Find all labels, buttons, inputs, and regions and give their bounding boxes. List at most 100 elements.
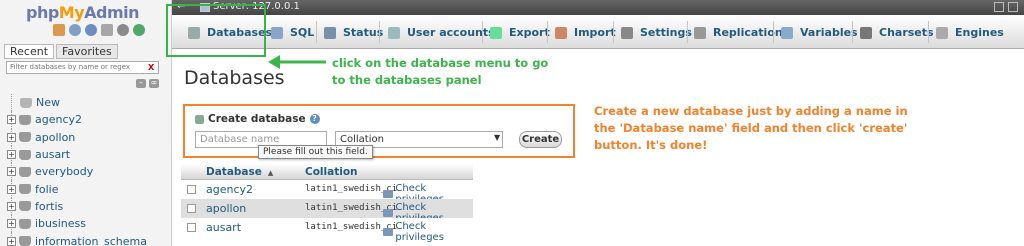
table-header: Database ▲ Collation bbox=[181, 164, 473, 180]
database-icon bbox=[19, 132, 31, 143]
chevron-down-icon[interactable]: ▼ bbox=[494, 133, 500, 142]
home-icon[interactable] bbox=[53, 24, 65, 36]
expand-icon[interactable]: + bbox=[7, 132, 16, 142]
replication-icon bbox=[694, 26, 706, 39]
topbar-icons bbox=[994, 2, 1018, 12]
database-icon bbox=[19, 149, 31, 160]
tab-sql[interactable]: SQL bbox=[271, 24, 314, 41]
expand-icon[interactable]: + bbox=[7, 219, 16, 229]
database-icon bbox=[19, 184, 31, 195]
tab-export[interactable]: Export bbox=[490, 24, 550, 41]
tree-item-label[interactable]: fortis bbox=[35, 200, 63, 213]
tree-item-label[interactable]: ibusiness bbox=[35, 217, 86, 230]
settings-icon bbox=[621, 26, 633, 39]
minimize-icon[interactable] bbox=[1008, 2, 1018, 12]
tab-recent[interactable]: Recent bbox=[4, 44, 55, 59]
tree-item[interactable]: + agency2 bbox=[6, 111, 170, 129]
tab-charsets[interactable]: Charsets bbox=[860, 24, 934, 41]
docs-icon[interactable] bbox=[101, 24, 113, 36]
tab-divider bbox=[852, 21, 853, 43]
create-button[interactable]: Create bbox=[519, 131, 562, 148]
check-privileges-link[interactable]: Check privileges bbox=[383, 221, 473, 243]
annotation-create-database: Create a new database just by adding a n… bbox=[594, 104, 908, 152]
tab-divider bbox=[316, 21, 317, 43]
sort-arrow-icon[interactable]: ▲ bbox=[268, 169, 273, 177]
table-row: apollon latin1_swedish_ci Check privileg… bbox=[181, 199, 473, 224]
tree-item[interactable]: + apollon bbox=[6, 128, 170, 146]
database-icon bbox=[19, 236, 31, 246]
tree-item-label[interactable]: ausart bbox=[35, 148, 70, 161]
tab-settings[interactable]: Settings bbox=[621, 24, 692, 41]
tree-item[interactable]: + folie bbox=[6, 180, 170, 198]
table-row: ausart latin1_swedish_ci Check privilege… bbox=[181, 218, 473, 243]
tree-item-label[interactable]: apollon bbox=[35, 131, 75, 144]
navigation-panel: phpMyAdmin Recent Favorites Filter datab… bbox=[0, 0, 172, 246]
tree-item[interactable]: + everybody bbox=[6, 163, 170, 181]
gear-icon[interactable] bbox=[117, 24, 129, 36]
logo-my: My bbox=[58, 3, 85, 22]
table-row: agency2 latin1_swedish_ci Check privileg… bbox=[181, 180, 473, 205]
tree-item-new[interactable]: New bbox=[6, 94, 170, 112]
phpmyadmin-logo[interactable]: phpMyAdmin bbox=[26, 3, 140, 22]
tab-variables[interactable]: Variables bbox=[781, 24, 858, 41]
database-name-link[interactable]: agency2 bbox=[206, 183, 253, 196]
create-database-icon bbox=[195, 114, 204, 124]
logo-php: php bbox=[26, 3, 59, 22]
database-icon bbox=[19, 114, 31, 125]
variables-icon bbox=[781, 26, 793, 39]
row-checkbox[interactable] bbox=[187, 223, 196, 232]
tab-replication[interactable]: Replication bbox=[694, 24, 783, 41]
tab-user-accounts[interactable]: User accounts bbox=[388, 24, 495, 41]
help-icon[interactable] bbox=[85, 24, 97, 36]
tab-import[interactable]: Import bbox=[555, 24, 616, 41]
tree-item-label[interactable]: agency2 bbox=[35, 113, 82, 126]
tree-item-label[interactable]: folie bbox=[35, 183, 58, 196]
expand-icon[interactable]: + bbox=[7, 236, 16, 246]
gear-icon[interactable] bbox=[994, 2, 1004, 12]
database-filter-input[interactable]: Filter databases by name or regex bbox=[6, 61, 159, 74]
database-name-link[interactable]: apollon bbox=[206, 202, 246, 215]
users-icon bbox=[388, 26, 400, 39]
database-tree: New + agency2 + apollon + ausart + every… bbox=[6, 94, 170, 246]
server-breadcrumb-bar: ← Server: 127.0.0.1 bbox=[172, 0, 1024, 15]
expand-icon[interactable]: + bbox=[7, 115, 16, 125]
engines-icon bbox=[936, 26, 948, 39]
privileges-icon bbox=[383, 190, 394, 198]
tree-item[interactable]: + fortis bbox=[6, 197, 170, 216]
tree-item[interactable]: + ausart bbox=[6, 145, 170, 164]
expand-icon[interactable]: + bbox=[7, 150, 16, 160]
expand-icon[interactable]: + bbox=[7, 201, 16, 211]
header-label: Database bbox=[206, 166, 262, 178]
expand-icon[interactable]: + bbox=[7, 184, 16, 194]
database-column-header[interactable]: Database ▲ bbox=[206, 166, 273, 178]
tab-favorites[interactable]: Favorites bbox=[56, 44, 118, 59]
database-icon bbox=[19, 218, 31, 229]
tab-label: Settings bbox=[640, 26, 692, 39]
status-icon bbox=[324, 26, 336, 39]
filter-clear-icon[interactable]: X bbox=[148, 63, 154, 72]
tab-label: Variables bbox=[800, 26, 858, 39]
tree-item[interactable]: + information_schema bbox=[6, 232, 170, 246]
row-checkbox[interactable] bbox=[187, 185, 196, 194]
collapse-all-icon[interactable]: – bbox=[136, 79, 146, 88]
tree-item-label[interactable]: information_schema bbox=[35, 235, 147, 246]
row-checkbox[interactable] bbox=[187, 204, 196, 213]
reload-icon[interactable] bbox=[133, 24, 145, 36]
tree-item-label[interactable]: everybody bbox=[35, 165, 93, 178]
import-icon bbox=[555, 26, 567, 39]
tab-status[interactable]: Status bbox=[324, 24, 383, 41]
collation-column-header[interactable]: Collation bbox=[305, 166, 358, 178]
link-icon[interactable]: ∞ bbox=[149, 79, 159, 88]
database-name-link[interactable]: ausart bbox=[206, 221, 241, 234]
databases-tab-highlight bbox=[166, 4, 266, 57]
tree-item[interactable]: + ibusiness bbox=[6, 215, 170, 233]
logo-admin: Admin bbox=[84, 3, 140, 22]
tab-engines[interactable]: Engines bbox=[936, 24, 1004, 41]
logout-icon[interactable] bbox=[69, 24, 81, 36]
help-icon[interactable]: ? bbox=[309, 114, 320, 124]
databases-table: Database ▲ Collation agency2 latin1_swedi… bbox=[181, 164, 473, 243]
tab-label: SQL bbox=[290, 26, 315, 39]
expand-icon[interactable]: + bbox=[7, 167, 16, 177]
privileges-label[interactable]: Check privileges bbox=[395, 221, 473, 243]
tree-item-label[interactable]: New bbox=[36, 96, 60, 109]
